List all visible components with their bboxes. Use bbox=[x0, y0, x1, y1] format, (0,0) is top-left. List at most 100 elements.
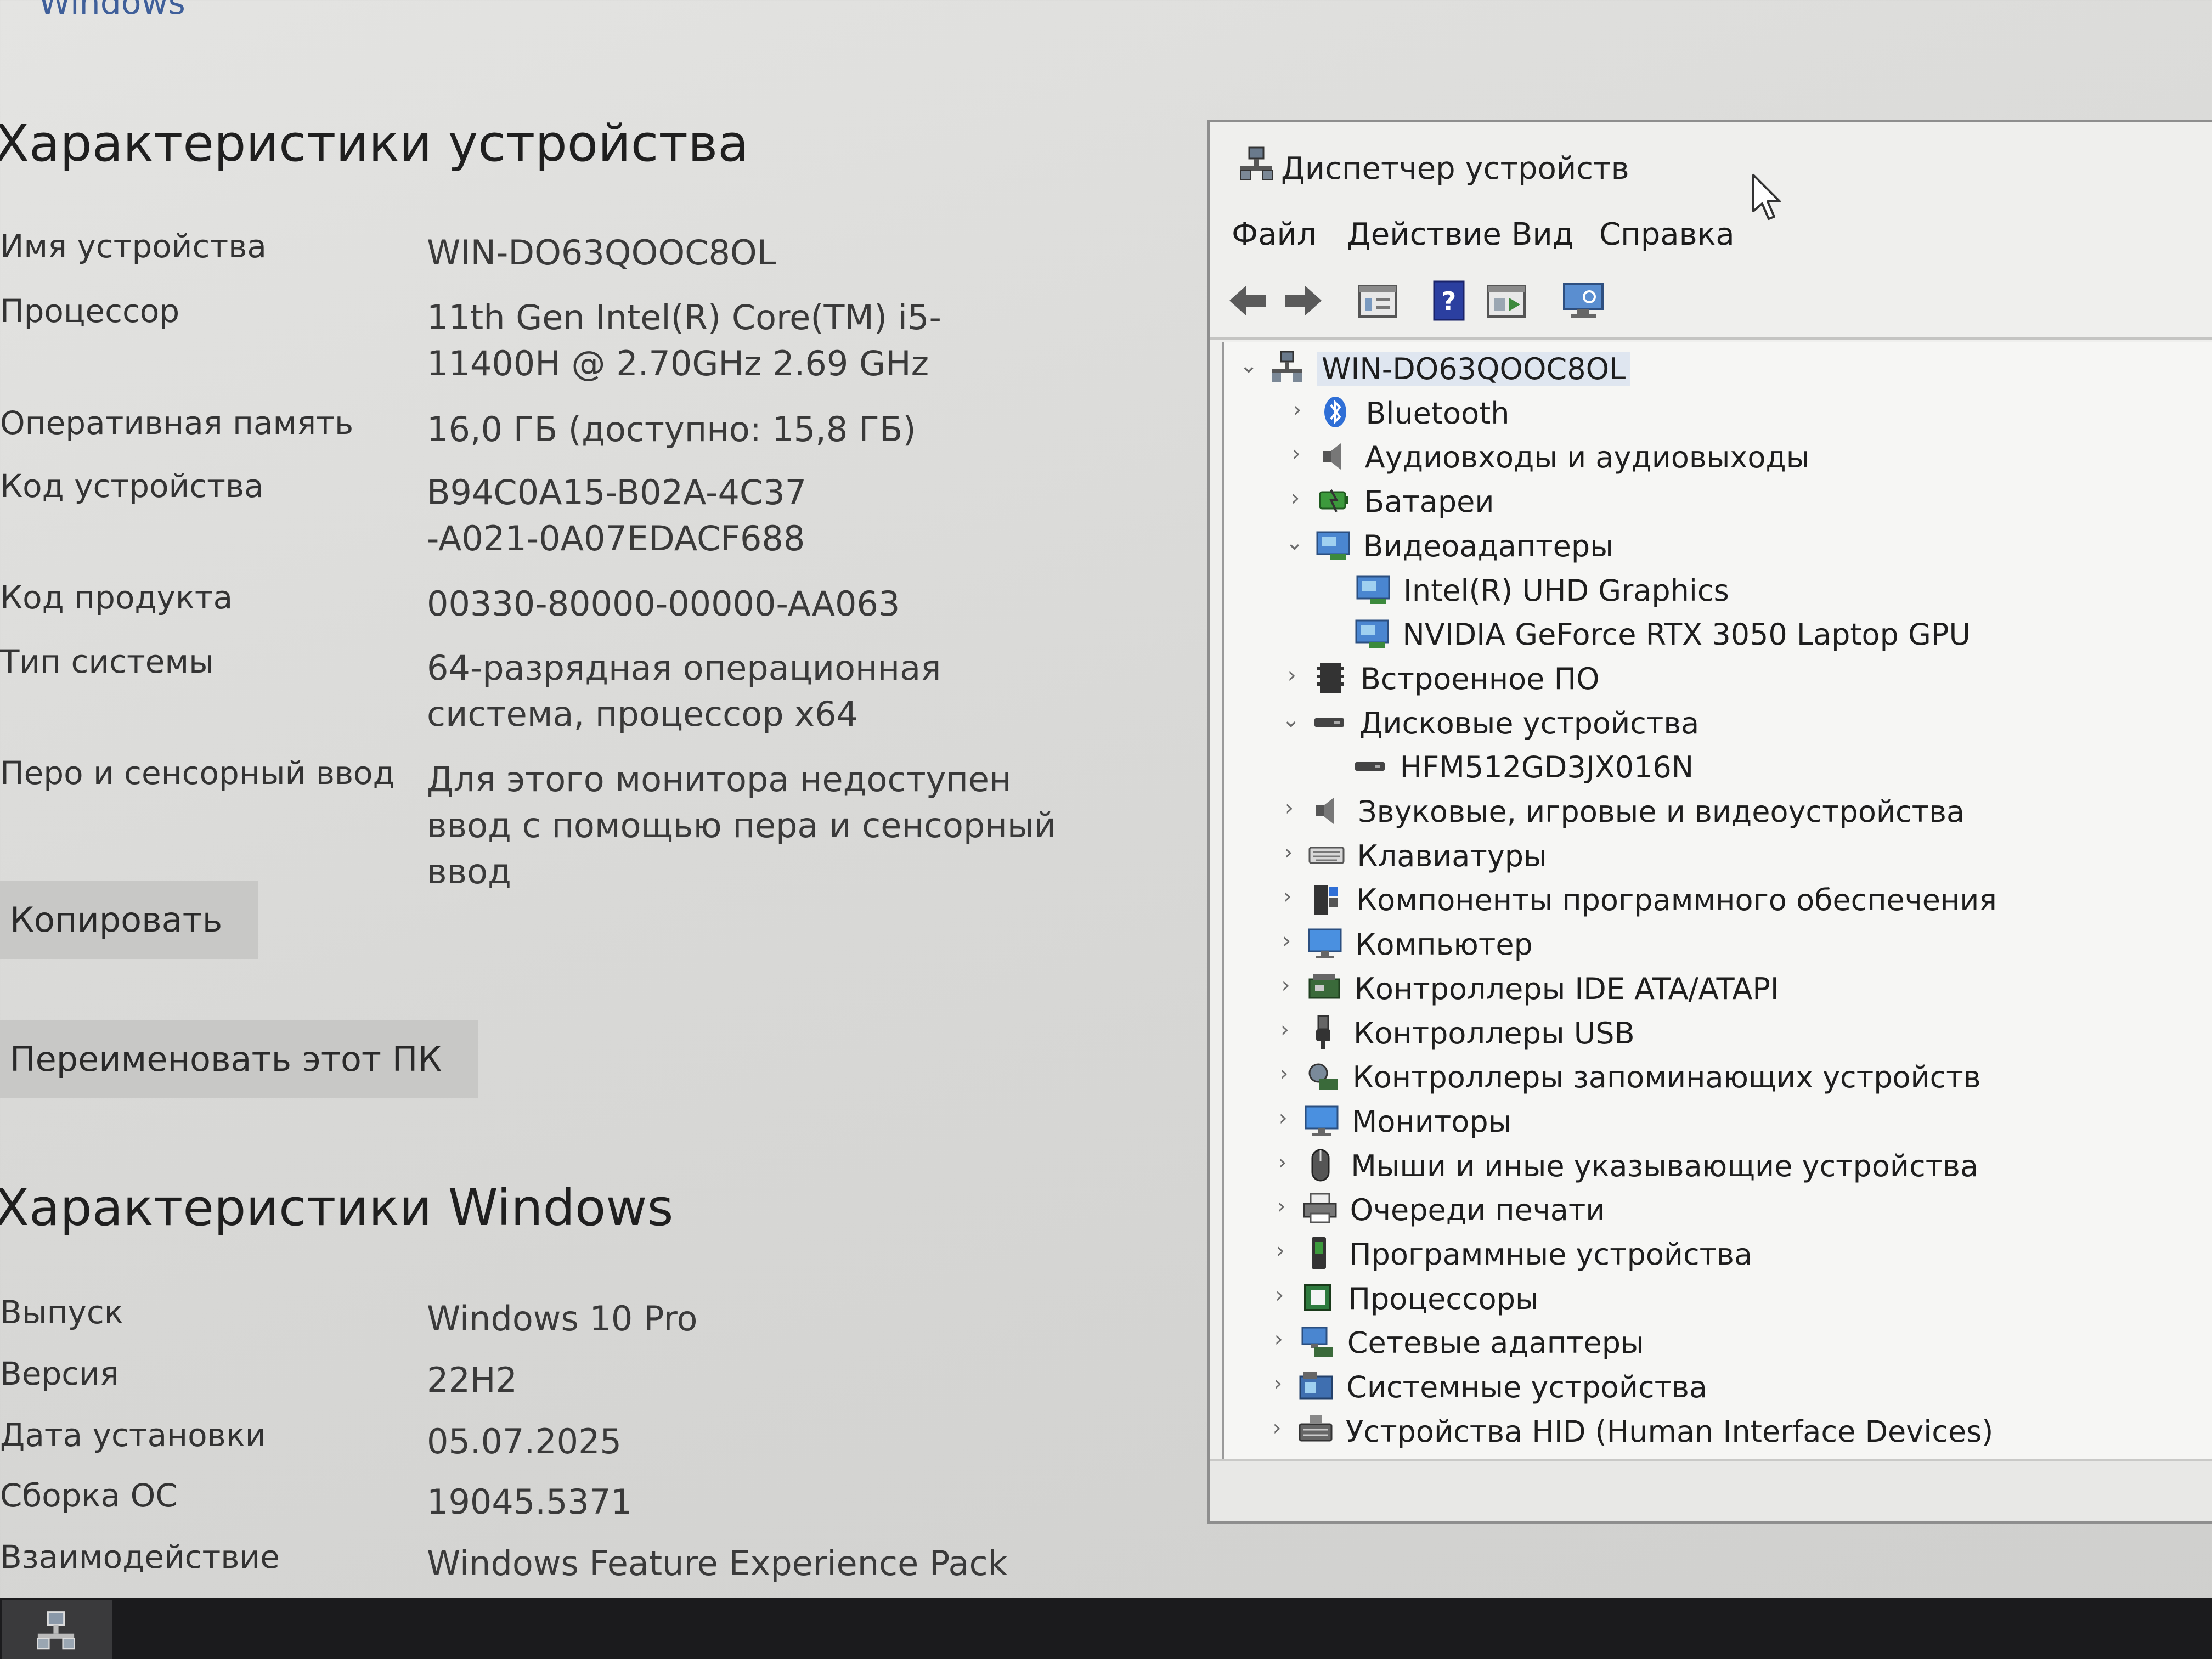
chevron-down-icon[interactable]: ⌄ bbox=[1277, 707, 1305, 732]
spec-label: Имя устройства bbox=[0, 228, 267, 265]
device-specs-title: Характеристики устройства bbox=[0, 114, 749, 173]
display-adapter-icon bbox=[1356, 575, 1390, 604]
hid-icon bbox=[1299, 1415, 1333, 1442]
usb-icon bbox=[1316, 1015, 1330, 1049]
spec-label: Код устройства bbox=[0, 467, 264, 505]
tree-item-label: Очереди печати bbox=[1350, 1193, 1605, 1228]
chevron-right-icon[interactable]: › bbox=[1273, 928, 1300, 953]
tree-item-label: HFM512GD3JX016N bbox=[1400, 750, 1694, 785]
device-tree[interactable]: ⌄ WIN-DO63QOOC8OL › Bluetooth › Аудиовходы и … bbox=[1222, 342, 2212, 1461]
chevron-right-icon[interactable]: › bbox=[1274, 884, 1301, 909]
chevron-right-icon[interactable]: › bbox=[1282, 486, 1309, 511]
chevron-right-icon[interactable]: › bbox=[1283, 441, 1310, 466]
menu-action[interactable]: Действие bbox=[1347, 217, 1502, 252]
help-icon[interactable]: ? bbox=[1426, 278, 1471, 323]
chevron-down-icon[interactable]: ⌄ bbox=[1235, 353, 1262, 378]
spec-value: B94C0A15-B02A-4C37-A021-0A07EDACF688 bbox=[427, 472, 807, 558]
menu-view[interactable]: Вид bbox=[1511, 217, 1574, 252]
chevron-right-icon[interactable]: › bbox=[1264, 1371, 1291, 1396]
chevron-right-icon[interactable]: › bbox=[1278, 663, 1306, 688]
software-device-icon bbox=[1312, 1237, 1326, 1269]
chevron-right-icon[interactable]: › bbox=[1276, 795, 1303, 821]
software-component-icon bbox=[1314, 885, 1338, 915]
bluetooth-icon bbox=[1324, 396, 1347, 427]
tree-item-label: Дисковые устройства bbox=[1359, 706, 1700, 741]
tree-item-label: Системные устройства bbox=[1346, 1370, 1707, 1405]
device-manager-window[interactable]: Диспетчер устройств Файл Действие Вид Сп… bbox=[1207, 120, 2212, 1524]
monitor-icon bbox=[1305, 1105, 1339, 1136]
taskbar-app-device-manager[interactable] bbox=[2, 1600, 112, 1659]
tree-item-label: Звуковые, игровые и видеоустройства bbox=[1358, 794, 1965, 829]
chevron-right-icon[interactable]: › bbox=[1265, 1327, 1293, 1352]
chevron-right-icon[interactable]: › bbox=[1268, 1194, 1295, 1219]
title-bar[interactable]: Диспетчер устройств bbox=[1210, 122, 2212, 220]
display-adapter-icon bbox=[1355, 619, 1389, 648]
spec-label: Выпуск bbox=[0, 1294, 123, 1331]
tree-item-label: Батареи bbox=[1364, 484, 1494, 520]
tree-item-label: Контроллеры запоминающих устройств bbox=[1352, 1060, 1981, 1095]
speaker-icon bbox=[1323, 443, 1341, 470]
spec-value: 22H2 bbox=[427, 1360, 517, 1400]
spec-value: Windows 10 Pro bbox=[427, 1299, 698, 1339]
device-manager-icon bbox=[1240, 146, 1273, 180]
scan-hardware-icon[interactable] bbox=[1561, 278, 1606, 323]
copy-button[interactable]: Копировать bbox=[0, 881, 259, 959]
chevron-right-icon[interactable]: › bbox=[1266, 1283, 1293, 1308]
tree-item-label: Программные устройства bbox=[1349, 1237, 1753, 1272]
chevron-right-icon[interactable]: › bbox=[1274, 840, 1302, 865]
tree-item-label: Видеоадаптеры bbox=[1363, 528, 1613, 563]
spec-label: Код продукта bbox=[0, 579, 233, 616]
firmware-icon bbox=[1316, 662, 1344, 693]
menu-help[interactable]: Справка bbox=[1599, 217, 1735, 252]
menu-bar: Файл Действие Вид Справка bbox=[1210, 205, 2212, 265]
tree-item-label: Контроллеры USB bbox=[1353, 1015, 1635, 1051]
rename-pc-button[interactable]: Переименовать этот ПК bbox=[0, 1020, 478, 1098]
speaker-icon bbox=[1316, 798, 1334, 824]
monitor-icon bbox=[1308, 928, 1342, 959]
tree-item-label: NVIDIA GeForce RTX 3050 Laptop GPU bbox=[1402, 617, 1971, 652]
chevron-right-icon[interactable]: › bbox=[1270, 1061, 1297, 1086]
chevron-right-icon[interactable]: › bbox=[1268, 1150, 1296, 1175]
system-device-icon bbox=[1299, 1372, 1333, 1400]
update-driver-icon[interactable] bbox=[1484, 278, 1529, 323]
display-adapter-icon bbox=[1316, 531, 1350, 560]
toolbar: ? bbox=[1210, 266, 2212, 340]
chevron-right-icon[interactable]: › bbox=[1269, 1105, 1297, 1131]
tree-item-label: Компьютер bbox=[1355, 927, 1533, 962]
chevron-right-icon[interactable]: › bbox=[1272, 973, 1300, 998]
forward-arrow-icon[interactable] bbox=[1281, 278, 1326, 323]
back-arrow-icon[interactable] bbox=[1225, 278, 1270, 323]
tree-item-label: Встроенное ПО bbox=[1360, 661, 1600, 696]
spec-label: Оперативная память bbox=[0, 404, 354, 442]
spec-value: Windows Feature Experience Pack bbox=[427, 1543, 1008, 1583]
spec-value: 64-разрядная операционная система, проце… bbox=[427, 648, 941, 734]
network-adapter-icon bbox=[1301, 1327, 1333, 1358]
chevron-right-icon[interactable]: › bbox=[1263, 1415, 1291, 1441]
spec-value: 19045.5371 bbox=[427, 1482, 633, 1522]
menu-file[interactable]: Файл bbox=[1232, 217, 1317, 252]
windows-link[interactable]: Windows bbox=[38, 0, 185, 22]
chevron-right-icon[interactable]: › bbox=[1267, 1238, 1294, 1263]
chevron-down-icon[interactable]: ⌄ bbox=[1281, 530, 1308, 555]
spec-label: Дата установки bbox=[0, 1417, 266, 1454]
tree-item-label: Сетевые адаптеры bbox=[1347, 1325, 1644, 1361]
computer-network-icon bbox=[1272, 351, 1302, 382]
ide-controller-icon bbox=[1308, 973, 1340, 999]
chevron-right-icon[interactable]: › bbox=[1271, 1017, 1299, 1042]
spec-label: Версия bbox=[0, 1355, 119, 1392]
window-title: Диспетчер устройств bbox=[1281, 151, 1629, 187]
status-bar bbox=[1210, 1459, 2212, 1521]
tree-item-label: Компоненты программного обеспечения bbox=[1356, 883, 1997, 918]
tree-item-label: Intel(R) UHD Graphics bbox=[1403, 573, 1729, 608]
spec-value: 11th Gen Intel(R) Core(TM) i5-11400H @ 2… bbox=[427, 297, 941, 383]
chevron-right-icon[interactable]: › bbox=[1283, 397, 1311, 422]
tree-item-label: Мониторы bbox=[1351, 1104, 1512, 1139]
svg-text:?: ? bbox=[1442, 286, 1457, 316]
tree-item-label: Устройства HID (Human Interface Devices) bbox=[1345, 1414, 1994, 1449]
properties-icon[interactable] bbox=[1355, 278, 1400, 323]
device-manager-icon bbox=[37, 1611, 75, 1650]
storage-controller-icon bbox=[1308, 1063, 1339, 1090]
tree-item-label: Контроллеры IDE ATA/ATAPI bbox=[1354, 971, 1779, 1006]
windows-specs-title: Характеристики Windows bbox=[0, 1178, 674, 1237]
tree-item-label: Процессоры bbox=[1348, 1281, 1539, 1316]
